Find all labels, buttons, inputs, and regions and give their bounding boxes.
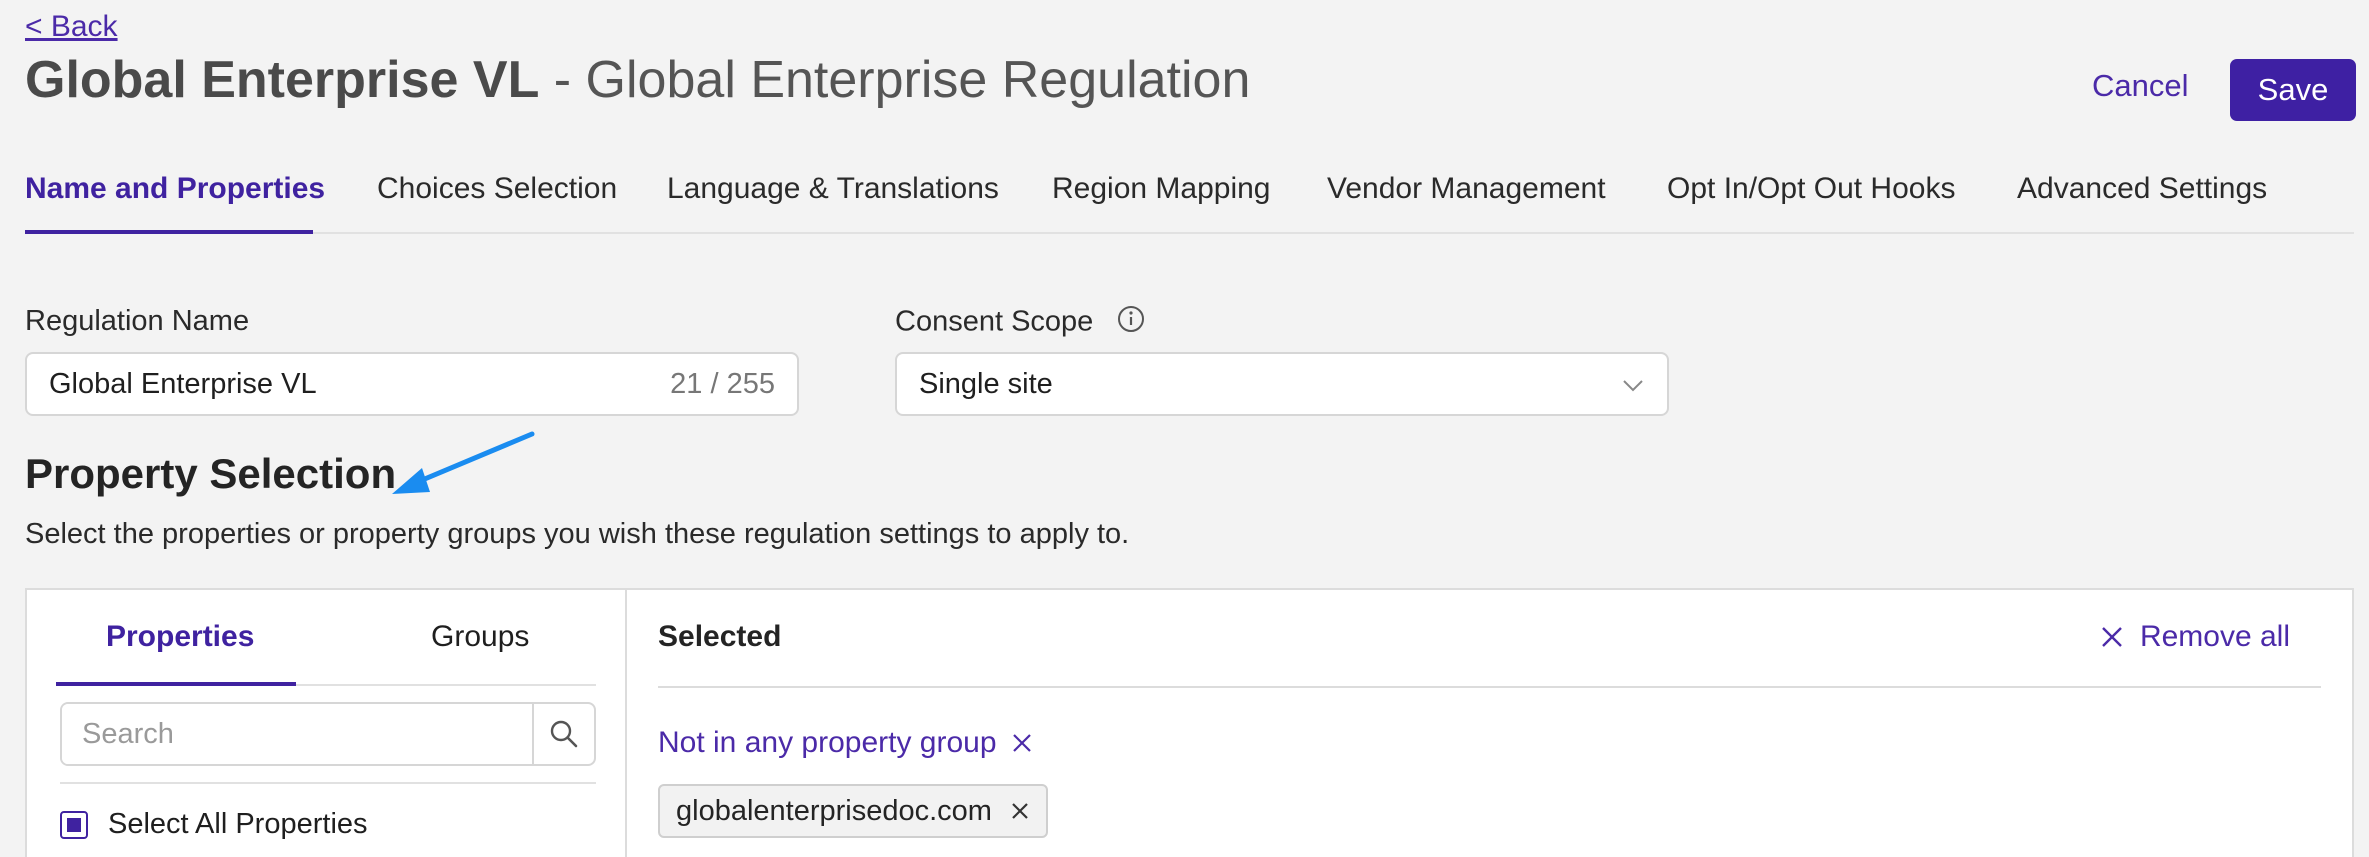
page-title-name: Global Enterprise VL <box>25 51 540 109</box>
tab-choices-selection[interactable]: Choices Selection <box>377 172 617 206</box>
consent-scope-label-text: Consent Scope <box>895 305 1094 338</box>
properties-pane: Properties Groups Select All Properties <box>27 590 627 857</box>
close-icon[interactable] <box>1011 732 1033 754</box>
tab-name-and-properties[interactable]: Name and Properties <box>25 172 325 206</box>
close-icon[interactable] <box>1010 801 1030 821</box>
arrow-annotation-icon <box>380 428 540 503</box>
selected-pane: Selected Remove all Not in any property … <box>627 590 2352 857</box>
group-label-text: Not in any property group <box>658 726 997 759</box>
consent-scope-value: Single site <box>919 367 1053 400</box>
tab-opt-in-opt-out-hooks[interactable]: Opt In/Opt Out Hooks <box>1667 172 1955 206</box>
property-selection-description: Select the properties or property groups… <box>25 518 1130 550</box>
tab-bar: Name and Properties Choices Selection La… <box>25 166 2354 234</box>
select-all-label: Select All Properties <box>108 808 368 840</box>
tab-language-translations[interactable]: Language & Translations <box>667 172 999 206</box>
search-divider <box>60 782 596 784</box>
property-selection-title: Property Selection <box>25 450 397 497</box>
info-icon[interactable] <box>1117 305 1145 341</box>
close-icon <box>2102 627 2122 647</box>
selected-heading: Selected <box>658 620 782 653</box>
tab-region-mapping[interactable]: Region Mapping <box>1052 172 1270 206</box>
regulation-name-label: Regulation Name <box>25 305 250 337</box>
page-title: Global Enterprise VL - Global Enterprise… <box>25 50 1250 110</box>
page-title-regulation: - Global Enterprise Regulation <box>539 51 1251 109</box>
property-search <box>60 702 596 766</box>
tab-groups[interactable]: Groups <box>431 620 529 654</box>
character-counter: 21 / 255 <box>670 367 775 400</box>
active-pane-tab-indicator <box>56 682 296 686</box>
consent-scope-select[interactable]: Single site <box>895 352 1669 416</box>
active-tab-indicator <box>25 230 313 234</box>
chevron-down-icon <box>1621 368 1645 401</box>
remove-all-button[interactable]: Remove all <box>2100 620 2290 654</box>
search-icon <box>550 720 578 748</box>
consent-scope-label: Consent Scope <box>895 305 1145 341</box>
select-all-properties[interactable]: Select All Properties <box>60 808 368 841</box>
back-link[interactable]: < Back <box>25 10 118 44</box>
property-selection-panel: Properties Groups Select All Properties … <box>25 588 2354 857</box>
save-button[interactable]: Save <box>2230 59 2356 121</box>
search-input[interactable] <box>62 704 532 764</box>
chip-label: globalenterprisedoc.com <box>676 794 992 827</box>
tab-vendor-management[interactable]: Vendor Management <box>1327 172 1606 206</box>
property-group-label: Not in any property group <box>658 726 1033 760</box>
regulation-name-value: Global Enterprise VL <box>49 367 317 400</box>
regulation-name-field[interactable]: Global Enterprise VL 21 / 255 <box>25 352 799 416</box>
cancel-button[interactable]: Cancel <box>2092 68 2189 104</box>
tab-properties[interactable]: Properties <box>106 620 254 654</box>
search-button[interactable] <box>532 704 594 764</box>
selected-divider <box>658 686 2321 688</box>
select-all-checkbox[interactable] <box>60 810 88 839</box>
tab-advanced-settings[interactable]: Advanced Settings <box>2017 172 2267 206</box>
remove-all-label: Remove all <box>2139 620 2290 653</box>
selected-property-chip: globalenterprisedoc.com <box>658 784 1048 838</box>
